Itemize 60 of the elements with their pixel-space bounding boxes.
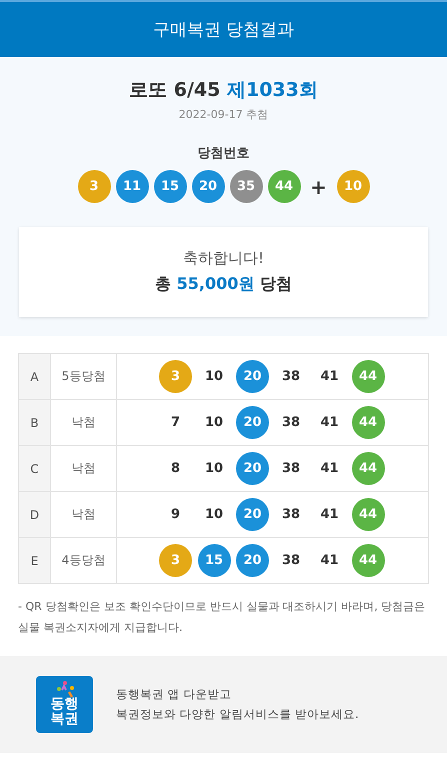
game-cell: A xyxy=(19,354,51,399)
ticket-number: 10 xyxy=(204,460,224,478)
ticket-number: 38 xyxy=(280,368,302,386)
game-cell: E xyxy=(19,538,51,583)
logo-text: 동행 xyxy=(50,697,78,712)
ticket-number: 38 xyxy=(280,552,302,570)
result-cell: 5등당첨 xyxy=(51,354,117,399)
matched-number-ball: 44 xyxy=(352,360,384,393)
ticket-number: 41 xyxy=(319,368,340,386)
matched-number-ball: 20 xyxy=(236,360,269,393)
matched-number-ball: 15 xyxy=(198,544,230,577)
matched-number-ball: 3 xyxy=(159,360,192,393)
numbers-label: 당첨번호 xyxy=(198,145,250,162)
ticket-number: 41 xyxy=(319,506,340,524)
matched-number-ball: 20 xyxy=(236,498,269,531)
matched-number-ball: 44 xyxy=(352,452,384,485)
plus-sign: + xyxy=(309,174,328,198)
matched-number-ball: 3 xyxy=(159,544,192,577)
draw-date: 2022-09-17 추첨 xyxy=(178,107,268,122)
result-cell: 낙첨 xyxy=(51,492,117,537)
ticket-number: 41 xyxy=(319,552,340,570)
matched-number-ball: 44 xyxy=(352,406,384,439)
ticket-number: 41 xyxy=(319,460,340,478)
matched-number-ball: 20 xyxy=(236,544,269,577)
matched-number-ball: 20 xyxy=(236,452,269,485)
ticket-number: 10 xyxy=(204,414,224,432)
page-title: 구매복권 당첨결과 xyxy=(152,19,294,41)
game-cell: C xyxy=(19,446,51,491)
bonus-ball: 10 xyxy=(336,170,370,203)
ticket-number: 38 xyxy=(280,460,302,478)
game-cell: D xyxy=(19,492,51,537)
matched-number-ball: 20 xyxy=(236,406,269,439)
ticket-number: 7 xyxy=(170,414,182,432)
number-ball: 11 xyxy=(116,170,148,203)
banner-text: 복권정보와 다양한 알림서비스를 받아보세요. xyxy=(116,707,359,722)
logo-text: 복권 xyxy=(50,712,78,727)
ticket-number: 10 xyxy=(204,368,224,386)
ticket-number: 38 xyxy=(280,414,302,432)
result-cell: 낙첨 xyxy=(51,446,117,491)
number-ball: 15 xyxy=(154,170,186,203)
number-ball: 44 xyxy=(268,170,300,203)
result-cell: 4등당첨 xyxy=(51,538,117,583)
prize-total: 총 55,000원 당첨 xyxy=(155,274,292,295)
ticket-number: 10 xyxy=(204,506,224,524)
ticket-number: 9 xyxy=(170,506,182,524)
notice-text: - QR 당첨확인은 보조 확인수단이므로 반드시 실물과 대조하시기 바라며, 당첨금은 실물 복권소지자에게 지급합니다. xyxy=(17,599,426,636)
game-cell: B xyxy=(19,400,51,445)
ticket-number: 8 xyxy=(170,460,182,478)
number-ball: 35 xyxy=(230,170,262,203)
matched-number-ball: 44 xyxy=(352,498,384,531)
app-logo[interactable]: 동행 복권 xyxy=(36,676,93,733)
number-ball: 20 xyxy=(192,170,224,203)
ticket-number: 41 xyxy=(319,414,340,432)
ticket-number: 38 xyxy=(280,506,302,524)
banner-text: 동행복권 앱 다운받고 xyxy=(116,687,232,702)
matched-number-ball: 44 xyxy=(352,544,384,577)
greeting-text: 축하합니다! xyxy=(182,249,264,268)
draw-title: 로또 6/45 제1033회 xyxy=(129,78,318,103)
number-ball: 3 xyxy=(78,170,110,203)
result-cell: 낙첨 xyxy=(51,400,117,445)
